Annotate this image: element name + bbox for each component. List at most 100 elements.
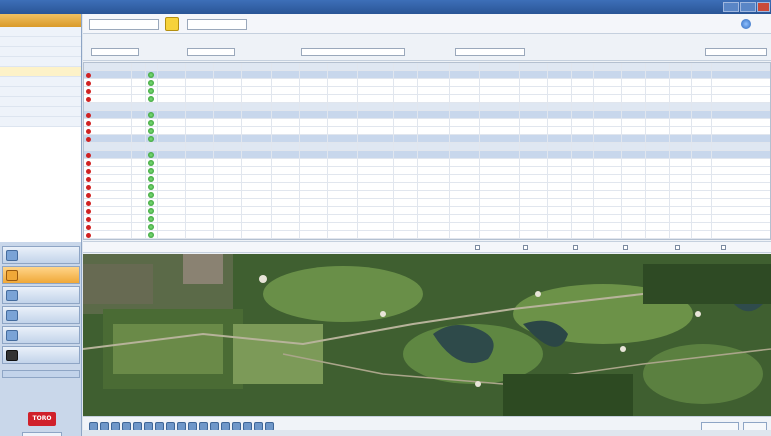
filter-field[interactable]	[187, 48, 235, 56]
grid-cell	[214, 111, 242, 119]
grid-cell	[480, 175, 520, 183]
nav-button[interactable]	[2, 326, 80, 344]
grid-cell	[328, 215, 358, 223]
sidebar-item[interactable]	[0, 107, 81, 117]
grid-cell	[186, 223, 214, 231]
sidebar-item[interactable]	[0, 47, 81, 57]
table-row[interactable]	[84, 127, 770, 135]
table-row[interactable]	[84, 159, 770, 167]
status-ok-icon	[148, 80, 154, 86]
grid-cell	[572, 127, 594, 135]
table-row[interactable]	[84, 167, 770, 175]
grid-cell	[328, 223, 358, 231]
aerial-map[interactable]	[83, 254, 771, 416]
grid-header-cell	[670, 143, 692, 151]
grid-cell	[622, 151, 646, 159]
grid-cell	[520, 183, 548, 191]
grid-header-cell	[358, 143, 394, 151]
sidebar-expand-bar[interactable]	[2, 370, 80, 378]
table-row[interactable]	[84, 183, 770, 191]
filter-bar	[83, 35, 771, 61]
table-row[interactable]	[84, 215, 770, 223]
table-row[interactable]	[84, 199, 770, 207]
maximize-button[interactable]	[740, 2, 756, 12]
table-row[interactable]	[84, 71, 770, 79]
grid-cell	[394, 231, 418, 239]
globe-icon[interactable]	[741, 19, 751, 29]
action-dropdown[interactable]	[187, 19, 247, 30]
grid-cell	[594, 207, 622, 215]
sidebar-item[interactable]	[0, 77, 81, 87]
grid-cell	[186, 231, 214, 239]
table-row[interactable]	[84, 151, 770, 159]
table-row[interactable]	[84, 79, 770, 87]
sidebar-item[interactable]	[0, 27, 81, 37]
grid-cell	[692, 119, 712, 127]
grid-cell	[242, 191, 272, 199]
table-row[interactable]	[84, 191, 770, 199]
horizontal-scrollbar[interactable]	[83, 430, 771, 436]
sidebar-item[interactable]	[0, 117, 81, 127]
grid-cell	[242, 167, 272, 175]
nav-button[interactable]	[2, 306, 80, 324]
minimize-button[interactable]	[723, 2, 739, 12]
nav-button[interactable]	[2, 286, 80, 304]
table-row[interactable]	[84, 207, 770, 215]
table-row[interactable]	[84, 223, 770, 231]
grid-cell	[418, 183, 450, 191]
close-window-button[interactable]	[757, 2, 770, 12]
status-line	[83, 241, 771, 253]
nav-button-active[interactable]	[2, 266, 80, 284]
layer-checkbox[interactable]	[523, 245, 530, 251]
layer-checkbox[interactable]	[675, 245, 682, 251]
table-row[interactable]	[84, 87, 770, 95]
nav-button[interactable]	[2, 346, 80, 364]
status-ok-icon	[148, 208, 154, 214]
grid-cell	[186, 175, 214, 183]
table-row[interactable]	[84, 95, 770, 103]
grid-cell	[358, 87, 394, 95]
layer-checkbox[interactable]	[475, 245, 482, 251]
nav-button[interactable]	[2, 246, 80, 264]
grid-cell	[622, 159, 646, 167]
grid-cell	[84, 159, 132, 167]
filter-field[interactable]	[455, 48, 525, 56]
grid-cell	[300, 191, 328, 199]
grid-cell	[450, 215, 480, 223]
grid-cell	[622, 215, 646, 223]
table-row[interactable]	[84, 135, 770, 143]
sidebar-item[interactable]	[0, 87, 81, 97]
grid-cell	[84, 223, 132, 231]
grid-header-cell	[572, 103, 594, 111]
grid-cell	[594, 95, 622, 103]
grid-cell	[594, 167, 622, 175]
sidebar-item[interactable]	[0, 57, 81, 67]
grid-cell	[358, 183, 394, 191]
grid-cell	[146, 119, 158, 127]
table-row[interactable]	[84, 111, 770, 119]
sidebar-item[interactable]	[0, 37, 81, 47]
status-ok-icon	[148, 232, 154, 238]
grid-cell	[480, 199, 520, 207]
filter-field[interactable]	[91, 48, 139, 56]
table-row[interactable]	[84, 175, 770, 183]
filter-field[interactable]	[301, 48, 405, 56]
table-row[interactable]	[84, 119, 770, 127]
search-input[interactable]	[89, 19, 159, 30]
sidebar-item[interactable]	[0, 97, 81, 107]
grid-cell	[328, 79, 358, 87]
grid-cell	[394, 175, 418, 183]
layer-checkbox[interactable]	[623, 245, 630, 251]
grid-cell	[692, 207, 712, 215]
layer-checkbox[interactable]	[573, 245, 580, 251]
favorite-star-icon[interactable]	[165, 17, 179, 31]
filter-field[interactable]	[705, 48, 767, 56]
grid-header-cell	[480, 143, 520, 151]
table-row[interactable]	[84, 231, 770, 239]
layer-checkbox[interactable]	[721, 245, 728, 251]
sidebar-item[interactable]	[0, 67, 81, 77]
sidebar-footer-button[interactable]	[22, 432, 62, 436]
grid-cell	[186, 95, 214, 103]
grid-header-cell	[214, 143, 242, 151]
grid-cell	[158, 151, 186, 159]
